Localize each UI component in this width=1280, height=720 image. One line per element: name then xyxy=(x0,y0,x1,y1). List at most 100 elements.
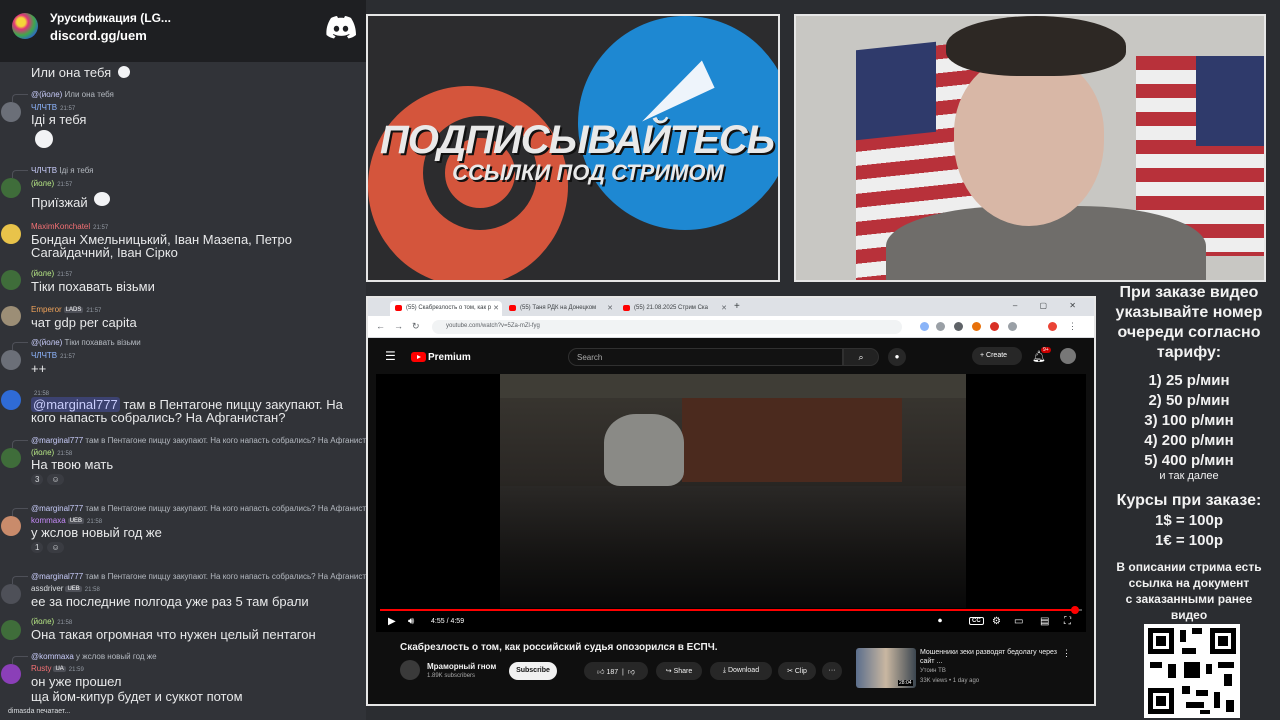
username[interactable]: (йоле) 21:58 xyxy=(31,617,72,626)
username[interactable]: MaximKonchatel 21:57 xyxy=(31,222,108,231)
account-avatar[interactable] xyxy=(1060,348,1076,364)
discord-chat: Урусификация (LG... discord.gg/uem Или о… xyxy=(0,0,366,720)
avatar[interactable] xyxy=(1,102,21,122)
server-invite-link[interactable]: discord.gg/uem xyxy=(50,28,147,43)
channel-name[interactable]: Мраморный гном xyxy=(427,662,496,671)
download-button[interactable]: ⤓ Download xyxy=(710,662,772,680)
like-dislike-button[interactable]: 👍︎ 187 | 👎︎ xyxy=(584,662,648,680)
avatar[interactable] xyxy=(1,306,21,326)
video-player[interactable]: ▶ 🔊︎ 4:55 / 4:59 ⏺ CC ⚙ ▭ ▤ ⛶ xyxy=(376,374,1086,632)
reply-preview[interactable]: @(йоле) Или она тебя xyxy=(31,90,366,99)
reaction-count[interactable]: 3 xyxy=(31,474,44,485)
autoplay-toggle[interactable]: ⏺ xyxy=(938,616,942,626)
cast-icon[interactable]: ▤ xyxy=(1040,616,1049,627)
search-input[interactable]: Search xyxy=(568,348,843,366)
rates-title: Курсы при заказе: xyxy=(1116,492,1262,509)
fullscreen-icon[interactable]: ⛶ xyxy=(1064,616,1071,627)
reaction-count[interactable]: 1 xyxy=(31,542,44,553)
extensions-puzzle-icon[interactable] xyxy=(1008,322,1017,331)
avatar[interactable] xyxy=(1,448,21,468)
avatar[interactable] xyxy=(1,350,21,370)
kebab-menu-icon[interactable]: ⋮ xyxy=(1068,321,1077,332)
avatar[interactable] xyxy=(1,516,21,536)
username[interactable]: kommaxa UEB 21:58 xyxy=(31,516,102,525)
reply-preview[interactable]: @marginal777 там в Пентагоне пиццу закуп… xyxy=(31,436,366,445)
clip-button[interactable]: ✂ Clip xyxy=(778,662,816,680)
volume-icon[interactable]: 🔊︎ xyxy=(408,616,414,627)
channel-avatar[interactable] xyxy=(400,660,420,680)
discord-logo-icon xyxy=(326,16,356,39)
window-controls[interactable]: – ▢ ✕ xyxy=(1013,301,1086,310)
avatar[interactable] xyxy=(1,620,21,640)
username[interactable]: ЧЛЧТВ 21:57 xyxy=(31,103,75,112)
extension-icon[interactable] xyxy=(920,322,929,331)
username[interactable]: Emperor LADS 21:57 xyxy=(31,305,101,314)
new-tab-button[interactable]: + xyxy=(734,301,740,312)
add-reaction-button[interactable]: ☺ xyxy=(47,542,64,553)
close-icon[interactable]: ✕ xyxy=(607,304,613,312)
add-reaction-button[interactable]: ☺ xyxy=(47,474,64,485)
youtube-logo-icon[interactable] xyxy=(411,352,426,362)
close-icon[interactable]: ✕ xyxy=(721,304,727,312)
youtube-premium-label[interactable]: Premium xyxy=(428,352,471,363)
username[interactable]: assdriver UEB 21:58 xyxy=(31,584,100,593)
video-toilet xyxy=(604,414,684,486)
username[interactable]: (йоле) 21:57 xyxy=(31,179,72,188)
avatar[interactable] xyxy=(1,584,21,604)
reply-connector xyxy=(12,656,28,664)
reply-preview[interactable]: @(йоле) Тіки похавать візьми xyxy=(31,338,366,347)
reply-preview[interactable]: ЧЛЧТВ Іді я тебя xyxy=(31,166,366,175)
subscribe-button[interactable]: Subscribe xyxy=(509,662,557,680)
username[interactable]: ЧЛЧТВ 21:57 xyxy=(31,351,75,360)
forward-icon[interactable]: → xyxy=(394,321,403,331)
recommended-channel[interactable]: Утоин ТВ xyxy=(920,668,946,674)
avatar[interactable] xyxy=(1,270,21,290)
share-button[interactable]: ↪ Share xyxy=(656,662,702,680)
extension-icon[interactable] xyxy=(972,322,981,331)
url-input[interactable]: youtube.com/watch?v=5Za-mZl-fyg xyxy=(432,320,902,334)
zoom-icon[interactable] xyxy=(936,322,945,331)
username[interactable]: Rusty UA 21:59 xyxy=(31,664,84,673)
scrubber-handle[interactable] xyxy=(1070,606,1079,614)
reply-preview[interactable]: @marginal777 там в Пентагоне пиццу закуп… xyxy=(31,504,366,513)
order-instructions: тарифу: xyxy=(1156,344,1222,361)
avatar[interactable] xyxy=(1,224,21,244)
avatar[interactable] xyxy=(1,664,21,684)
profile-icon[interactable] xyxy=(1048,322,1057,331)
description-note: ссылка на документ xyxy=(1128,576,1250,590)
back-icon[interactable]: ← xyxy=(376,321,385,331)
reload-icon[interactable]: ↻ xyxy=(412,321,420,332)
message-list[interactable]: Или она тебя @(йоле) Или она тебя ЧЛЧТВ 2… xyxy=(0,62,366,720)
tab-video-1[interactable]: (55) Скабрезлость о том, как р ✕ xyxy=(390,301,502,316)
avatar[interactable] xyxy=(1,178,21,198)
server-header[interactable]: Урусификация (LG... discord.gg/uem xyxy=(0,0,366,62)
message-text: он уже прошел xyxy=(31,674,122,689)
hamburger-menu-icon[interactable]: ☰ xyxy=(385,349,396,363)
username[interactable]: (йоле) 21:58 xyxy=(31,448,72,457)
microphone-icon[interactable]: ● xyxy=(888,348,906,366)
streamer-face xyxy=(954,56,1104,226)
kebab-menu-icon[interactable]: ⋮ xyxy=(1062,648,1071,659)
recommended-title[interactable]: Мошенники зеки разводят бедолагу через с… xyxy=(920,648,1060,666)
captions-button[interactable]: CC xyxy=(969,617,984,625)
settings-gear-icon[interactable]: ⚙ xyxy=(992,616,1001,627)
tab-video-3[interactable]: (55) 21.08.2025 Стрим Ска ✕ xyxy=(618,301,730,316)
create-button[interactable]: + Create xyxy=(972,347,1022,365)
video-frame[interactable] xyxy=(500,374,966,608)
description-note: с заказанными ранее xyxy=(1125,592,1253,606)
reply-preview[interactable]: @kommaxa у жслов новый год же xyxy=(31,652,366,661)
avatar[interactable] xyxy=(1,390,21,410)
username[interactable]: (йоле) 21:57 xyxy=(31,269,72,278)
close-icon[interactable]: ✕ xyxy=(493,304,499,312)
tab-video-2[interactable]: (55) Таня РДК на Донецком ✕ xyxy=(504,301,616,316)
extension-icon[interactable] xyxy=(990,322,999,331)
bookmark-icon[interactable] xyxy=(954,322,963,331)
play-icon[interactable]: ▶ xyxy=(388,616,396,627)
reaction-bar[interactable]: 1 ☺ xyxy=(31,542,68,556)
search-icon[interactable]: ⌕ xyxy=(843,348,879,366)
more-actions-button[interactable]: ··· xyxy=(822,662,842,680)
miniplayer-icon[interactable]: ▭ xyxy=(1014,616,1023,627)
username[interactable]: 21:58 xyxy=(31,388,49,397)
reply-preview[interactable]: @marginal777 там в Пентагоне пиццу закуп… xyxy=(31,572,366,581)
reaction-bar[interactable]: 3 ☺ xyxy=(31,474,68,488)
